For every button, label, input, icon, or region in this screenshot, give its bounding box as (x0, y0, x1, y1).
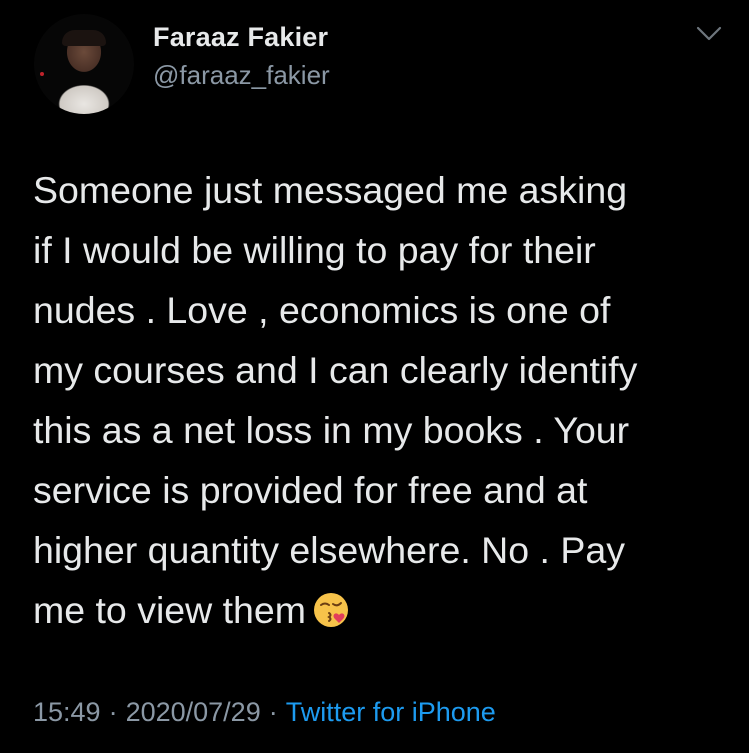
tweet-date[interactable]: 2020/07/29 (126, 697, 261, 727)
tweet-meta: 15:49 · 2020/07/29 · Twitter for iPhone (33, 697, 496, 728)
avatar-detail (40, 72, 44, 76)
meta-separator: · (108, 697, 118, 727)
tweet-time[interactable]: 15:49 (33, 697, 101, 727)
chevron-down-icon[interactable] (696, 26, 722, 42)
kissing-face-with-heart-icon (314, 593, 349, 627)
meta-separator: · (268, 697, 278, 727)
avatar-hair (62, 30, 106, 46)
tweet-text: Someone just messaged me asking if I wou… (33, 169, 638, 631)
author-display-name[interactable]: Faraaz Fakier (153, 22, 328, 53)
avatar[interactable] (34, 14, 134, 114)
tweet-text-container: Someone just messaged me asking if I wou… (33, 160, 723, 640)
author-handle[interactable]: @faraaz_fakier (153, 60, 330, 91)
tweet-source-link[interactable]: Twitter for iPhone (286, 697, 496, 727)
